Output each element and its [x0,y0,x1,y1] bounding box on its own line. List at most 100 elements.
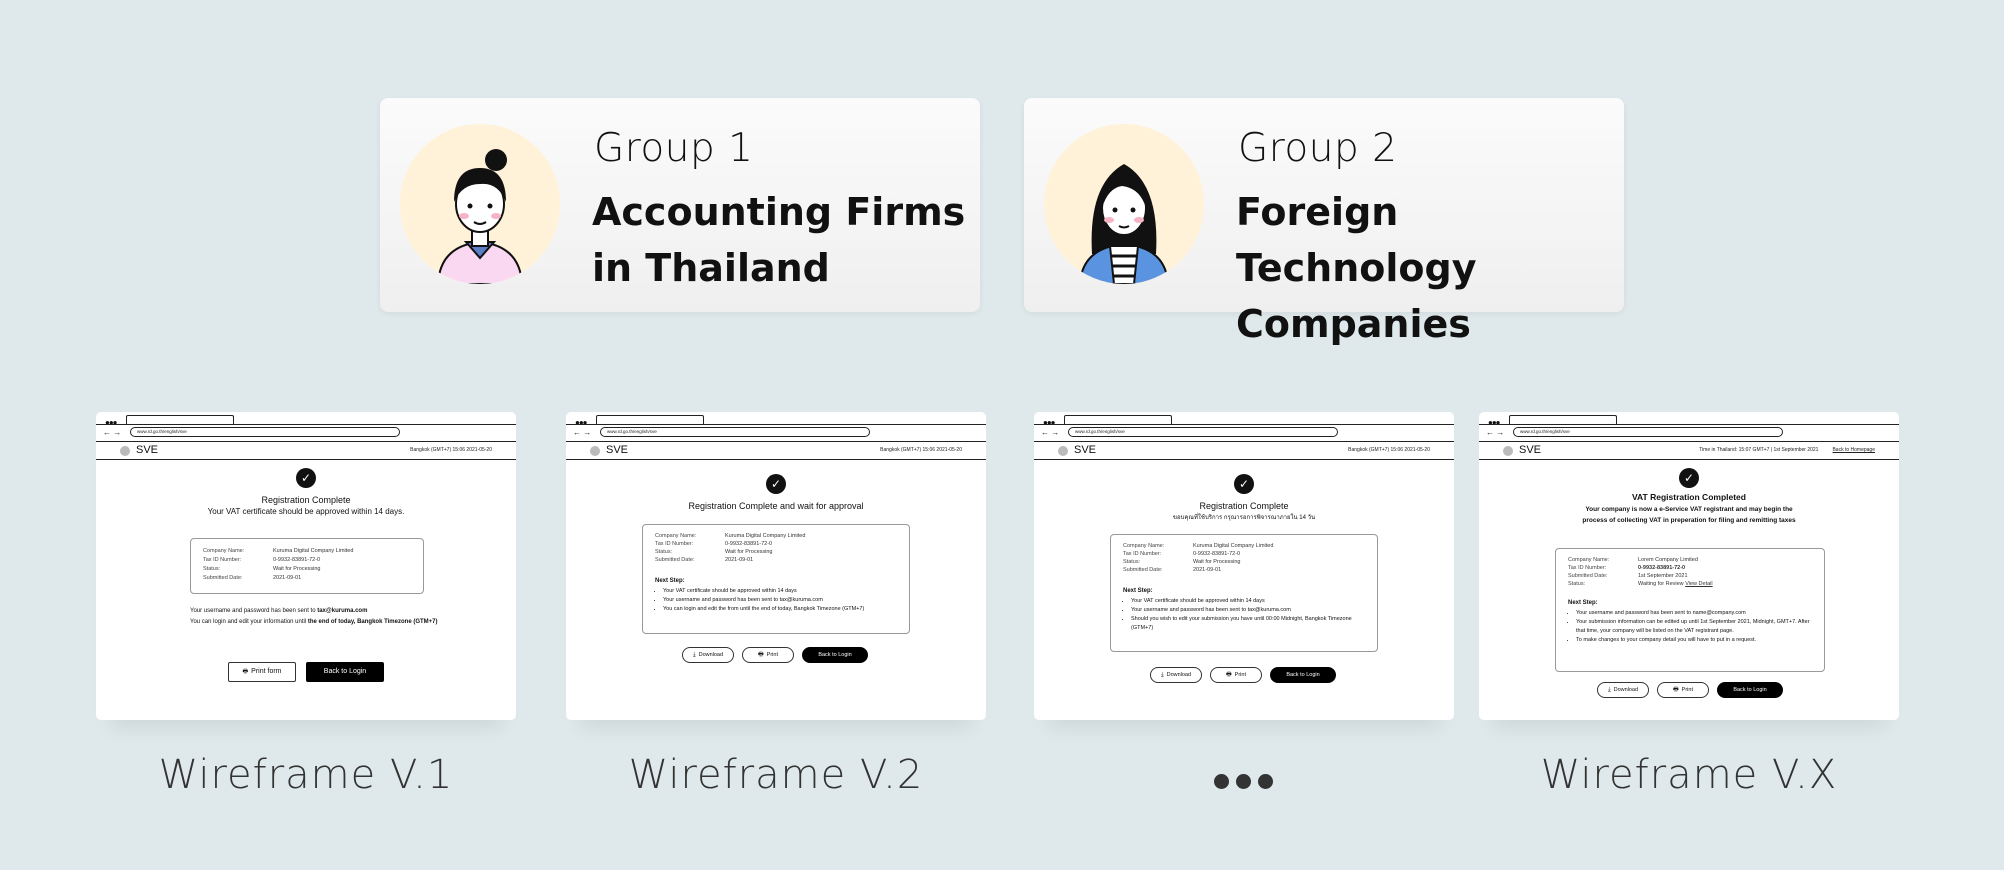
download-button[interactable]: ⤓ Download [1597,682,1649,698]
nav-arrows-icon[interactable]: ← → [103,428,121,437]
page-title: Registration Complete [261,495,351,505]
brand-name: SVE [606,444,629,456]
info-card: Company Name: Lorem Company Limited Tax I… [1555,548,1825,672]
info-row: Status: Waiting for Review View Detail [1568,581,1713,587]
download-icon: ⤓ [692,652,696,658]
wireframe-vx: ●●● ← → www.rd.go.th/english/sve SVE Tim… [1479,412,1899,720]
back-to-login-button[interactable]: Back to Login [1270,667,1336,683]
logo-icon [590,446,600,456]
site-header: SVE Time in Thailand: 15:07 GMT+7 | 1st … [1479,442,1899,460]
woman-bun-avatar-icon [400,124,560,284]
woman-long-hair-avatar-icon [1044,124,1204,284]
window-dots: ●●● [1043,418,1055,427]
step-item: Your submission information can be edite… [1576,618,1814,636]
browser-chrome: ●●● ← → www.rd.go.th/english/sve [566,412,986,442]
group-title-line-2: in Thailand [592,246,830,290]
edit-deadline-note: You can login and edit your information … [190,619,438,625]
group-label: Group 2 [1238,126,1398,171]
nav-arrows-icon[interactable]: ← → [573,428,591,437]
brand-name: SVE [1519,444,1542,456]
info-card: Company Name: Kuruma Digital Company Limi… [1110,534,1378,652]
info-row: Submitted Date: 2021-09-01 [203,575,302,581]
group-title-line-1: Accounting Firms [592,190,966,234]
timezone-info: Bangkok (GMT+7) 15:06 2021-05-20 [1348,447,1430,453]
page-title: VAT Registration Completed [1632,492,1746,502]
info-row: Company Name: Kuruma Digital Company Limi… [655,533,806,539]
printer-icon: 🖶 [242,669,249,675]
info-row: Submitted Date: 2021-09-01 [1123,567,1222,573]
url-bar[interactable]: www.rd.go.th/english/sve [600,427,870,437]
info-card: Company Name: Kuruma Digital Company Limi… [190,538,424,594]
checkmark-icon: ✓ [766,474,786,494]
print-button[interactable]: 🖶 Print [1657,682,1709,698]
print-button[interactable]: 🖶 Print [1210,667,1262,683]
nav-arrows-icon[interactable]: ← → [1041,428,1059,437]
page-subtitle-2: process of collecting VAT in preperation… [1582,517,1796,524]
info-row: Status: Wait for Processing [1123,559,1241,565]
info-row: Tax ID Number: 0-9932-83891-72-0 [655,541,773,547]
step-item: Your VAT certificate should be approved … [663,587,899,596]
logo-icon [1058,446,1068,456]
info-row: Company Name: Kuruma Digital Company Limi… [203,548,354,554]
url-bar[interactable]: www.rd.go.th/english/sve [1068,427,1338,437]
logo-icon [120,446,130,456]
brand-name: SVE [136,444,159,456]
download-button[interactable]: ⤓ Download [1150,667,1202,683]
group-title: Foreign Technology Companies [1236,184,1624,352]
printer-icon: 🖶 [1226,672,1232,678]
step-item: Your VAT certificate should be approved … [1131,597,1367,606]
site-header: SVE Bangkok (GMT+7) 15:06 2021-05-20 [566,442,986,460]
timezone-info: Time in Thailand: 15:07 GMT+7 | 1st Sept… [1699,447,1875,453]
browser-chrome: ●●● ← → www.rd.go.th/english/sve [96,412,516,442]
checkmark-icon: ✓ [1234,474,1254,494]
site-header: SVE Bangkok (GMT+7) 15:06 2021-05-20 [1034,442,1454,460]
url-bar[interactable]: www.rd.go.th/english/sve [130,427,400,437]
wireframe-v3: ●●● ← → www.rd.go.th/english/sve SVE Ban… [1034,412,1454,720]
url-bar[interactable]: www.rd.go.th/english/sve [1513,427,1783,437]
window-dots: ●●● [1488,418,1500,427]
checkmark-icon: ✓ [1679,468,1699,488]
info-row: Status: Wait for Processing [655,549,773,555]
wireframe-v2: ●●● ← → www.rd.go.th/english/sve SVE Ban… [566,412,986,720]
info-row: Company Name: Kuruma Digital Company Limi… [1123,543,1274,549]
persona-avatar-group-2 [1044,124,1204,284]
credentials-note: Your username and password has been sent… [190,608,368,614]
page-title: Registration Complete [1199,501,1289,511]
caption-wireframe-v2: Wireframe V.2 [628,752,924,798]
next-steps: Next Step: Your VAT certificate should b… [1123,587,1367,633]
step-item: Your username and password has been sent… [1576,609,1814,618]
wireframe-v1: ●●● ← → www.rd.go.th/english/sve SVE Ban… [96,412,516,720]
nav-arrows-icon[interactable]: ← → [1486,428,1504,437]
group-label: Group 1 [594,126,754,171]
browser-chrome: ●●● ← → www.rd.go.th/english/sve [1479,412,1899,442]
logo-icon [1503,446,1513,456]
timezone-info: Bangkok (GMT+7) 15:06 2021-05-20 [880,447,962,453]
printer-icon: 🖶 [758,652,764,658]
caption-wireframe-vx: Wireframe V.X [1540,752,1838,798]
download-button[interactable]: ⤓ Download [682,647,734,663]
print-form-button[interactable]: 🖶 Print form [228,662,296,682]
group-title: Accounting Firms in Thailand [592,184,965,296]
back-to-login-button[interactable]: Back to Login [802,647,868,663]
group-title-line-1: Foreign Technology [1236,190,1477,290]
step-item: Your username and password has been sent… [1131,606,1367,615]
back-to-homepage-link[interactable]: Back to Homepage [1832,447,1875,453]
print-button[interactable]: 🖶 Print [742,647,794,663]
step-item: Should you wish to edit your submission … [1131,615,1367,633]
info-card: Company Name: Kuruma Digital Company Limi… [642,524,910,634]
checkmark-icon: ✓ [296,468,316,488]
timezone-info: Bangkok (GMT+7) 15:06 2021-05-20 [410,447,492,453]
download-icon: ⤓ [1607,687,1611,693]
back-to-login-button[interactable]: Back to Login [1717,682,1783,698]
info-row: Tax ID Number: 0-9932-83891-72-0 [1568,565,1686,571]
next-steps: Next Step: Your VAT certificate should b… [655,577,899,614]
window-dots: ●●● [105,418,117,427]
view-detail-link[interactable]: View Detail [1685,581,1712,587]
browser-chrome: ●●● ← → www.rd.go.th/english/sve [1034,412,1454,442]
download-icon: ⤓ [1160,672,1164,678]
site-header: SVE Bangkok (GMT+7) 15:06 2021-05-20 [96,442,516,460]
persona-card-group-2: Group 2 Foreign Technology Companies [1024,98,1624,346]
back-to-login-button[interactable]: Back to Login [306,662,384,682]
step-item: You can login and edit the from until th… [663,605,899,614]
group-title-line-2: Companies [1236,302,1471,346]
